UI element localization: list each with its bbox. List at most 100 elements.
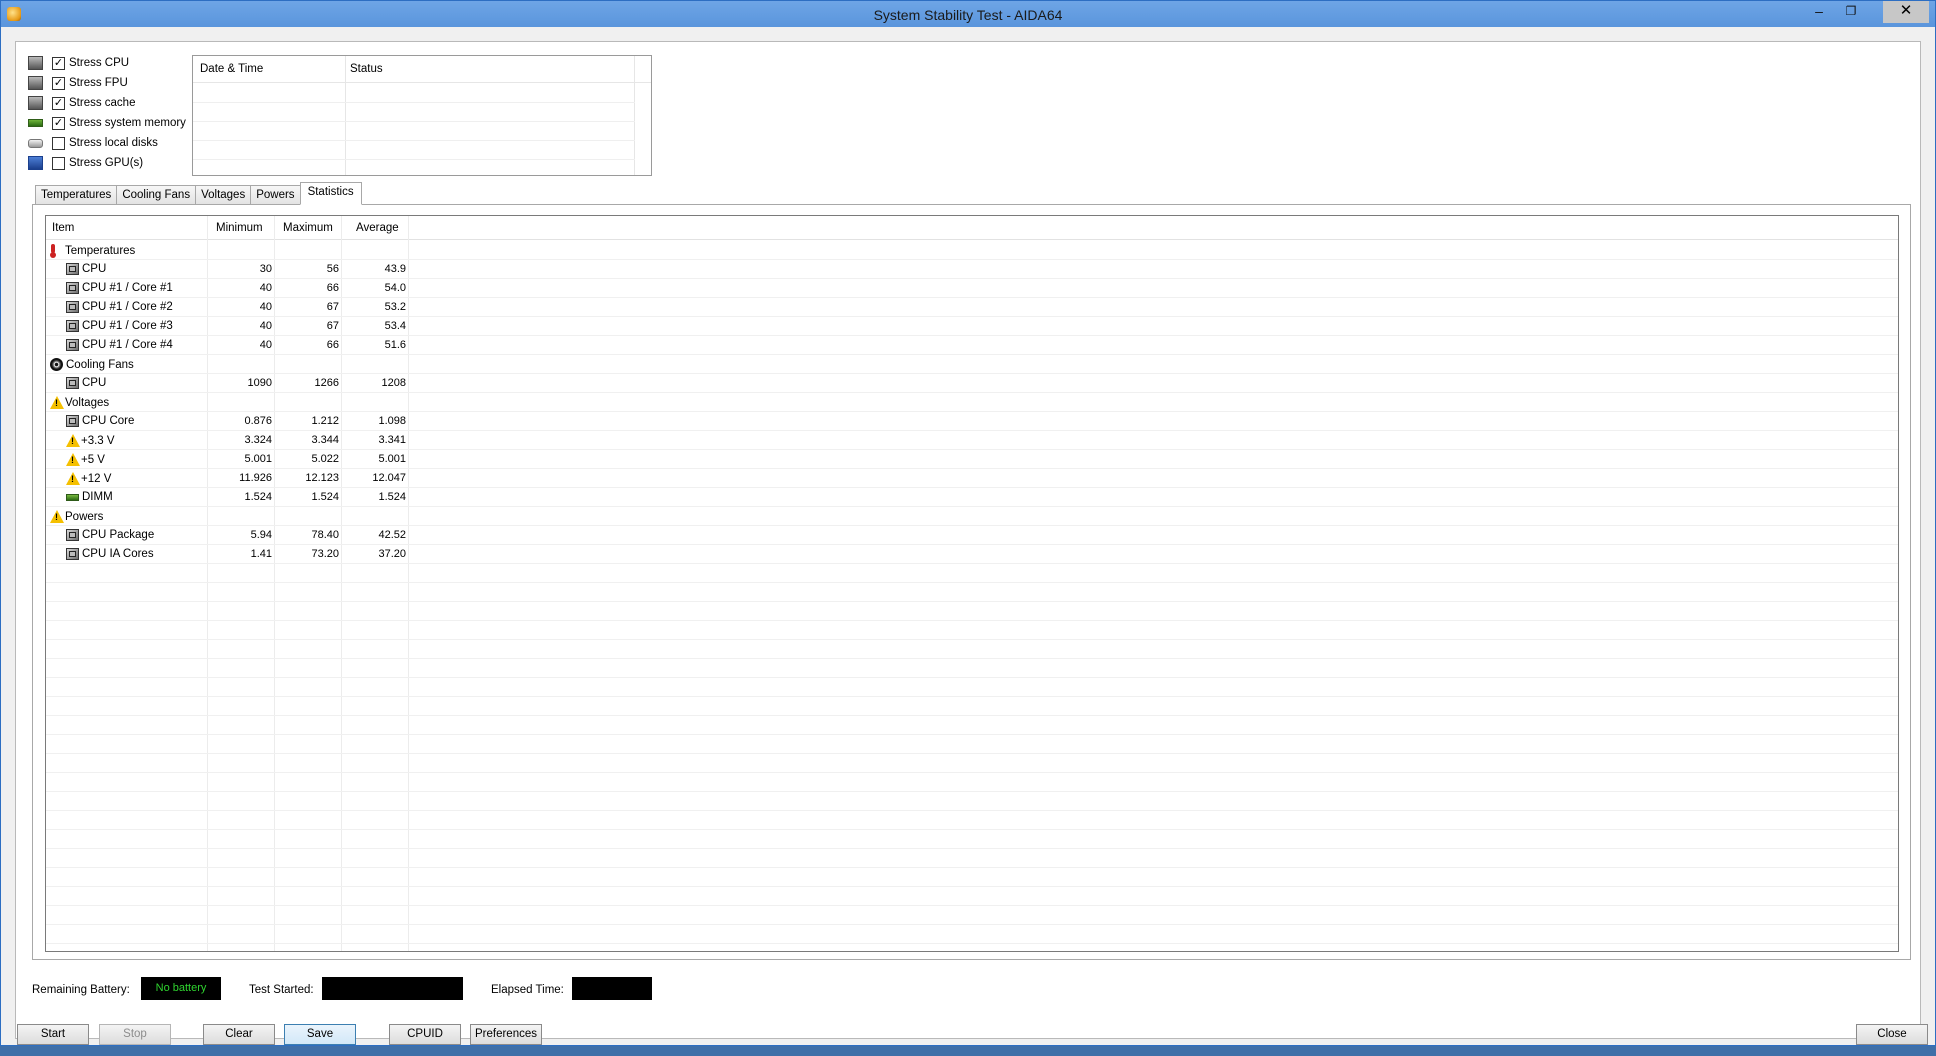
tab-cooling-fans[interactable]: Cooling Fans	[116, 185, 196, 205]
close-window-button[interactable]: ✕	[1883, 1, 1929, 23]
stress-cpu-label: Stress CPU	[69, 57, 130, 69]
row-label-text: Temperatures	[65, 244, 136, 257]
table-row[interactable]: CPU IA Cores 1.41 73.20 37.20	[46, 545, 1898, 564]
stress-disks-checkbox[interactable]	[52, 136, 65, 150]
stress-gpu-option[interactable]: Stress GPU(s)	[28, 153, 186, 173]
row-label-text: CPU	[82, 377, 107, 389]
group-row[interactable]: Voltages	[46, 393, 1898, 412]
row-label: +3.3 V	[66, 434, 115, 447]
stress-cpu-option[interactable]: ✓ Stress CPU	[28, 53, 186, 73]
stress-memory-option[interactable]: ✓ Stress system memory	[28, 113, 186, 133]
table-row[interactable]: CPU 30 56 43.9	[46, 260, 1898, 279]
row-label: +12 V	[66, 472, 111, 485]
cpuid-button[interactable]: CPUID	[389, 1024, 461, 1045]
row-label: Temperatures	[50, 244, 136, 258]
table-row[interactable]: +3.3 V 3.324 3.344 3.341	[46, 431, 1898, 450]
stress-cpu-checkbox[interactable]: ✓	[52, 56, 65, 70]
row-label-text: +5 V	[81, 453, 105, 466]
table-row[interactable]: CPU #1 / Core #2 40 67 53.2	[46, 298, 1898, 317]
clear-button[interactable]: Clear	[203, 1024, 275, 1045]
row-label: CPU IA Cores	[66, 548, 154, 560]
group-row[interactable]: Temperatures	[46, 241, 1898, 260]
row-label-text: CPU Core	[82, 415, 135, 427]
tab-statistics[interactable]: Statistics	[299, 182, 362, 205]
table-row[interactable]: CPU Core 0.876 1.212 1.098	[46, 412, 1898, 431]
chip-icon	[66, 529, 79, 541]
row-label-text: CPU #1 / Core #1	[82, 282, 173, 294]
cell-avg: 53.4	[384, 320, 406, 332]
cell-avg: 5.001	[378, 453, 406, 465]
test-started-label: Test Started:	[249, 984, 314, 996]
group-row[interactable]: Cooling Fans	[46, 355, 1898, 374]
stress-options: ✓ Stress CPU ✓ Stress FPU ✓ Stress cache…	[28, 53, 186, 173]
stop-button[interactable]: Stop	[99, 1024, 171, 1045]
warning-icon	[66, 434, 80, 447]
table-row[interactable]: CPU #1 / Core #1 40 66 54.0	[46, 279, 1898, 298]
stress-disks-label: Stress local disks	[69, 137, 158, 149]
row-label-text: +3.3 V	[81, 434, 115, 447]
preferences-button[interactable]: Preferences	[470, 1024, 542, 1045]
group-row[interactable]: Powers	[46, 507, 1898, 526]
row-label: CPU	[66, 263, 106, 275]
restore-button[interactable]: ❐	[1835, 1, 1867, 23]
log-col-datetime[interactable]: Date & Time	[200, 63, 263, 75]
cell-min: 1.524	[244, 491, 272, 503]
cell-max: 12.123	[305, 472, 339, 484]
minimize-button[interactable]: –	[1803, 1, 1835, 23]
table-row[interactable]: CPU 1090 1266 1208	[46, 374, 1898, 393]
row-label-text: Voltages	[65, 396, 110, 409]
statistics-table[interactable]: Item Minimum Maximum Average Temperature…	[45, 215, 1899, 952]
warning-icon	[66, 453, 80, 466]
tab-powers[interactable]: Powers	[250, 185, 300, 205]
stress-cache-option[interactable]: ✓ Stress cache	[28, 93, 186, 113]
elapsed-time-label: Elapsed Time:	[491, 984, 564, 996]
test-log-list[interactable]: Date & Time Status	[192, 55, 652, 176]
stress-cache-checkbox[interactable]: ✓	[52, 96, 65, 110]
cell-max: 67	[326, 320, 339, 332]
cell-avg: 51.6	[384, 339, 406, 351]
sensor-tabs: Temperatures Cooling Fans Voltages Power…	[35, 182, 362, 205]
save-button[interactable]: Save	[284, 1024, 356, 1045]
chip-icon	[66, 415, 79, 427]
dimm-icon	[66, 493, 79, 501]
cell-avg: 1.098	[378, 415, 406, 427]
table-row[interactable]: CPU #1 / Core #4 40 66 51.6	[46, 336, 1898, 355]
tab-temperatures[interactable]: Temperatures	[35, 185, 117, 205]
stress-gpu-checkbox[interactable]	[52, 156, 65, 170]
statistics-header: Item Minimum Maximum Average	[46, 216, 1898, 240]
col-item[interactable]: Item	[52, 222, 74, 234]
row-label: CPU	[66, 377, 106, 389]
log-col-status[interactable]: Status	[350, 63, 383, 75]
stress-memory-checkbox[interactable]: ✓	[52, 116, 65, 130]
thermometer-icon	[50, 244, 62, 258]
row-label-text: CPU Package	[82, 529, 155, 541]
col-average[interactable]: Average	[356, 222, 399, 234]
tab-voltages[interactable]: Voltages	[195, 185, 251, 205]
memory-icon	[28, 119, 43, 127]
cache-icon	[28, 96, 43, 110]
stress-fpu-checkbox[interactable]: ✓	[52, 76, 65, 90]
table-row[interactable]: +5 V 5.001 5.022 5.001	[46, 450, 1898, 469]
start-button[interactable]: Start	[17, 1024, 89, 1045]
stress-disks-option[interactable]: Stress local disks	[28, 133, 186, 153]
cell-avg: 1208	[381, 377, 406, 389]
table-row[interactable]: DIMM 1.524 1.524 1.524	[46, 488, 1898, 507]
table-row[interactable]: CPU Package 5.94 78.40 42.52	[46, 526, 1898, 545]
chip-icon	[66, 320, 79, 332]
col-minimum[interactable]: Minimum	[216, 222, 263, 234]
table-row[interactable]: CPU #1 / Core #3 40 67 53.4	[46, 317, 1898, 336]
close-button[interactable]: Close	[1856, 1024, 1928, 1045]
cell-min: 40	[259, 320, 272, 332]
cell-avg: 37.20	[378, 548, 406, 560]
row-label-text: +12 V	[81, 472, 112, 485]
cell-min: 11.926	[239, 472, 272, 484]
row-label: DIMM	[66, 491, 113, 503]
table-row[interactable]: +12 V 11.926 12.123 12.047	[46, 469, 1898, 488]
row-label: CPU Package	[66, 529, 154, 541]
row-label-text: Powers	[65, 510, 104, 523]
row-label-text: CPU	[82, 263, 107, 275]
disk-icon	[28, 138, 43, 148]
warning-icon	[50, 396, 64, 409]
col-maximum[interactable]: Maximum	[283, 222, 333, 234]
stress-fpu-option[interactable]: ✓ Stress FPU	[28, 73, 186, 93]
